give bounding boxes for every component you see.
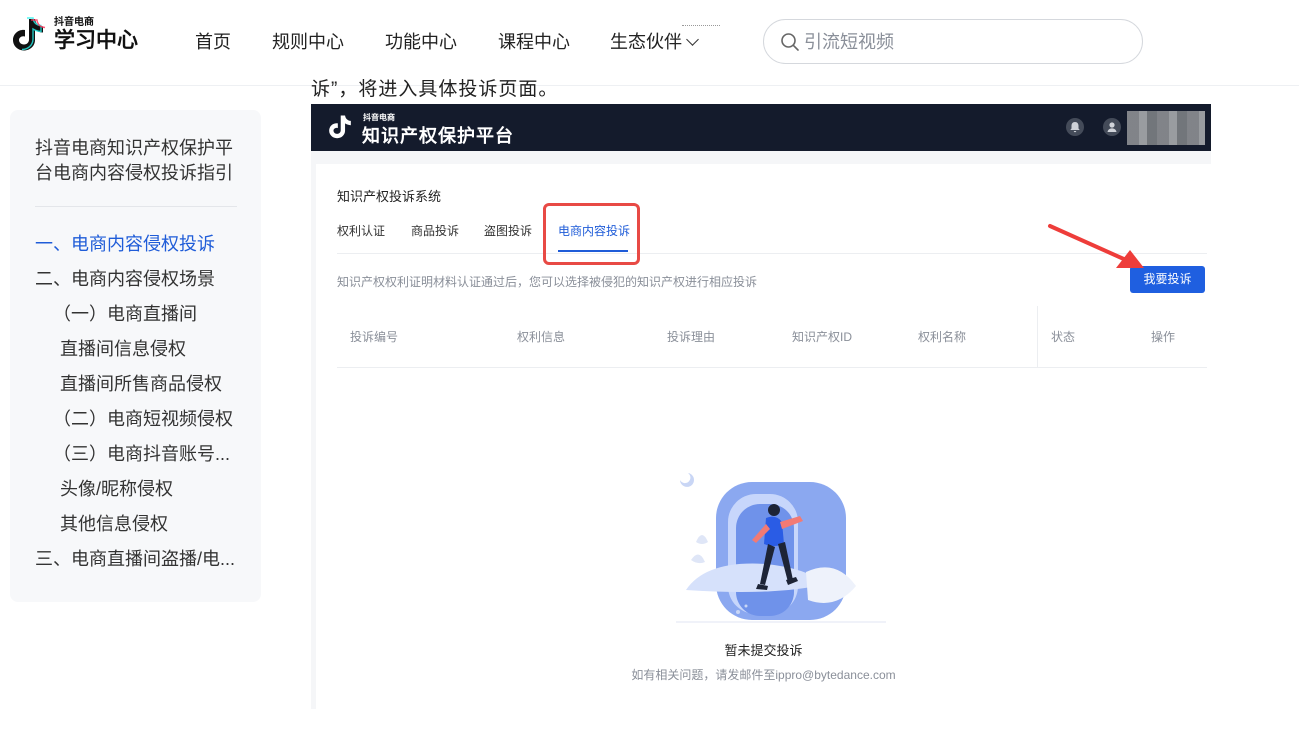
highlight-annotation [543, 203, 640, 265]
nav-home[interactable]: 首页 [195, 30, 231, 54]
empty-state-title: 暂未提交投诉 [724, 643, 803, 658]
article-text: 诉”，将进入具体投诉页面。 [311, 79, 559, 98]
column-header: 权利信息 [517, 330, 566, 344]
bell-icon [1066, 118, 1084, 136]
top-nav: 抖音电商 学习中心 首页 规则中心 功能中心 课程中心 生态伙伴 [0, 0, 1299, 86]
app-header: 抖音电商 知识产权保护平台 [311, 104, 1211, 151]
empty-state-subtitle: 如有相关问题，请发邮件至ippro@bytedance.com [631, 668, 896, 682]
divider [1037, 306, 1038, 368]
search-icon [781, 33, 799, 51]
nav-partners[interactable]: 生态伙伴 [610, 30, 699, 54]
nav-features[interactable]: 功能中心 [385, 30, 457, 54]
nav-decoration [682, 25, 720, 26]
panel-description: 知识产权权利证明材料认证通过后，您可以选择被侵犯的知识产权进行相应投诉 [337, 275, 758, 289]
empty-state-illustration [676, 473, 886, 623]
tab-rights-cert: 权利认证 [337, 224, 386, 238]
toc-item-livestream-info[interactable]: 直播间信息侵权 [60, 337, 250, 361]
search-input[interactable] [804, 29, 1124, 55]
column-header: 权利名称 [918, 330, 967, 344]
toc-item-livestream-goods[interactable]: 直播间所售商品侵权 [60, 372, 250, 396]
toc-item-short-video[interactable]: （二）电商短视频侵权 [53, 407, 253, 431]
column-header: 操作 [1151, 330, 1176, 344]
tiktok-logo-icon [329, 115, 351, 139]
panel-title: 知识产权投诉系统 [337, 189, 442, 204]
toc-item-piracy[interactable]: 三、电商直播间盗播/电... [35, 547, 235, 571]
tab-image-theft: 盗图投诉 [484, 224, 533, 238]
divider [35, 206, 237, 207]
tab-product-complaint: 商品投诉 [411, 224, 460, 238]
toc-item-complaint[interactable]: 一、电商内容侵权投诉 [35, 232, 250, 256]
user-icon [1103, 118, 1121, 136]
tiktok-logo-icon [13, 17, 46, 51]
sidebar: 抖音电商知识产权保护平台电商内容侵权投诉指引 一、电商内容侵权投诉 二、电商内容… [10, 110, 261, 602]
column-header: 投诉理由 [667, 330, 716, 344]
sidebar-title: 抖音电商知识产权保护平台电商内容侵权投诉指引 [35, 138, 233, 183]
column-header: 投诉编号 [350, 330, 399, 344]
logo[interactable]: 抖音电商 学习中心 [10, 16, 138, 54]
nav-rules[interactable]: 规则中心 [272, 30, 344, 54]
logo-subtitle: 抖音电商 [54, 17, 94, 28]
app-title: 知识产权保护平台 [362, 126, 514, 146]
red-arrow-annotation [1048, 224, 1144, 268]
toc-item-douyin-account[interactable]: （三）电商抖音账号... [53, 442, 233, 466]
search-box[interactable] [763, 19, 1143, 64]
divider [337, 367, 1207, 368]
article-screenshot: 抖音电商 知识产权保护平台 知识产权投诉系统 权利认证 商品投诉 盗图投诉 电商… [311, 104, 1211, 709]
blurred-username [1127, 111, 1205, 145]
column-header: 知识产权ID [792, 330, 853, 344]
logo-title: 学习中心 [54, 29, 138, 52]
chevron-down-icon [686, 33, 699, 46]
column-header: 状态 [1051, 330, 1076, 344]
nav-courses[interactable]: 课程中心 [498, 30, 570, 54]
nav-partners-label: 生态伙伴 [610, 32, 682, 52]
toc-item-avatar-nickname[interactable]: 头像/昵称侵权 [60, 477, 250, 501]
toc-item-other-info[interactable]: 其他信息侵权 [60, 512, 250, 536]
toc-item-livestream[interactable]: （一）电商直播间 [53, 302, 253, 326]
toc-item-scenarios[interactable]: 二、电商内容侵权场景 [35, 267, 250, 291]
